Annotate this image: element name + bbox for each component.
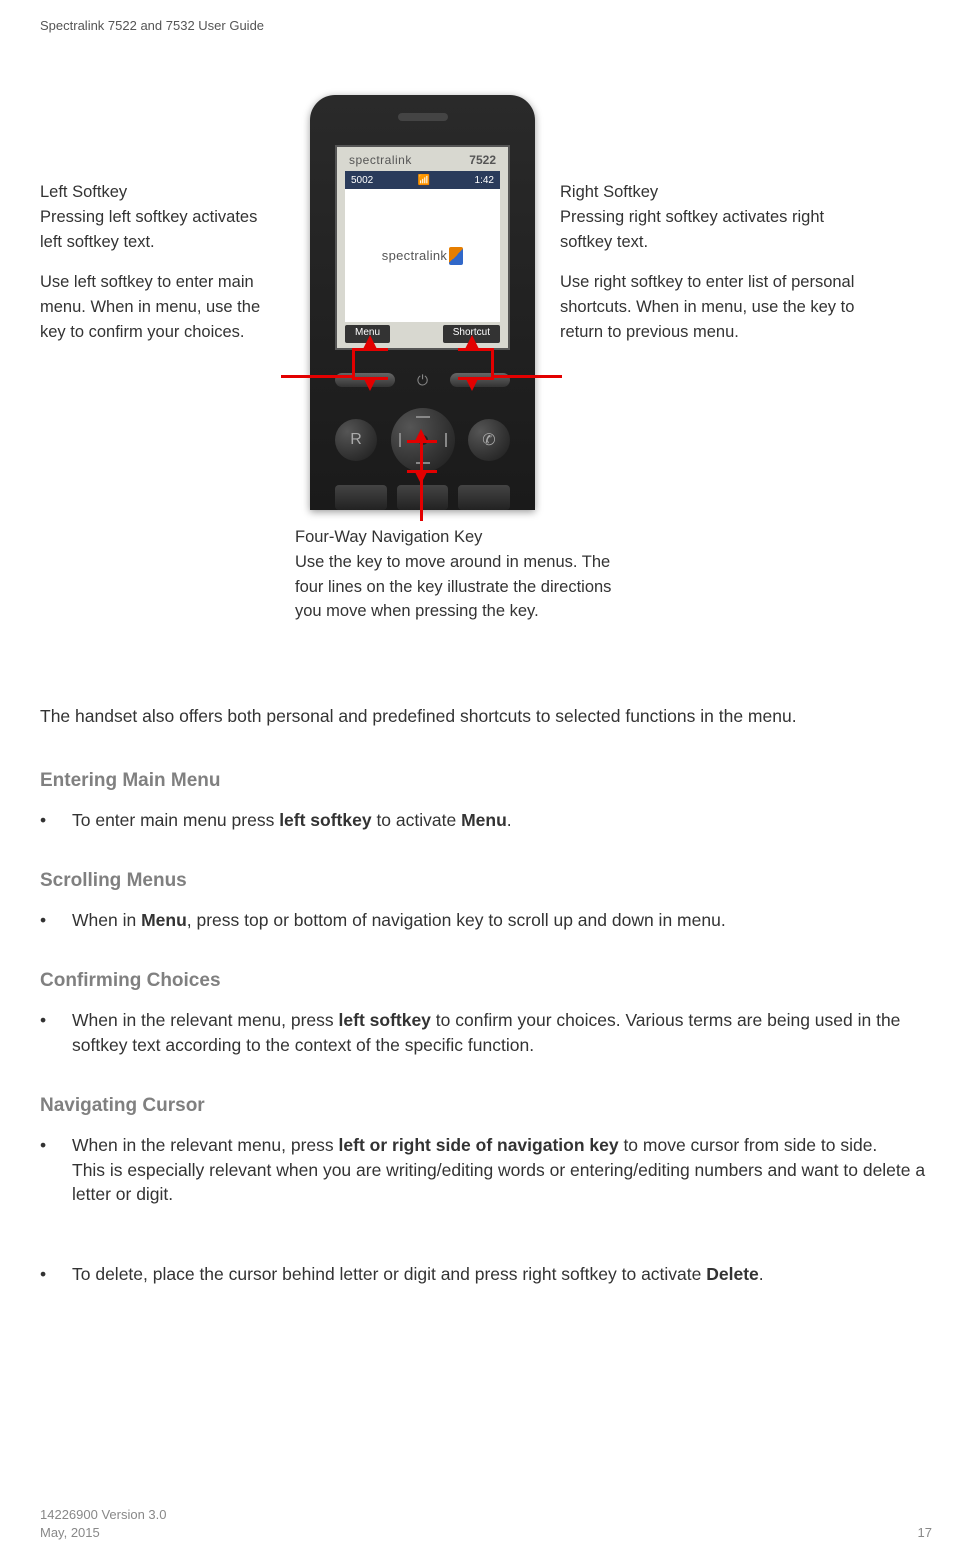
text: . bbox=[759, 1264, 764, 1284]
arrow-down-icon bbox=[363, 377, 377, 391]
text: to activate bbox=[372, 810, 462, 830]
callout-text: Pressing right softkey activates right s… bbox=[560, 208, 824, 251]
bold-text: left softkey bbox=[279, 810, 371, 830]
nav-right-icon bbox=[445, 433, 447, 447]
callout-line bbox=[352, 348, 355, 378]
header-title: Spectralink 7522 and 7532 User Guide bbox=[40, 18, 264, 33]
callout-title: Left Softkey bbox=[40, 183, 127, 201]
footer-date: May, 2015 bbox=[40, 1525, 100, 1540]
r-button: R bbox=[335, 419, 377, 461]
nav-up-icon bbox=[416, 416, 430, 418]
bold-text: Menu bbox=[141, 910, 187, 930]
callout-text: Use the key to move around in menus. The… bbox=[295, 553, 611, 621]
arrow-up-icon bbox=[414, 429, 428, 443]
bullet-icon: • bbox=[40, 908, 72, 933]
bullet-confirming: • When in the relevant menu, press left … bbox=[40, 1008, 932, 1057]
heading-navigating-cursor: Navigating Cursor bbox=[40, 1095, 205, 1117]
text: to move cursor from side to side. bbox=[619, 1135, 878, 1155]
softkey-buttons-row: ⏻ bbox=[335, 365, 510, 395]
status-ext: 5002 bbox=[351, 175, 373, 186]
text: When in the relevant menu, press bbox=[72, 1010, 339, 1030]
bullet-navigating-1: • When in the relevant menu, press left … bbox=[40, 1133, 932, 1207]
bullet-icon: • bbox=[40, 1133, 72, 1207]
text: This is especially relevant when you are… bbox=[72, 1160, 925, 1205]
logo-text: spectralink bbox=[382, 248, 447, 263]
bullet-scrolling: • When in Menu, press top or bottom of n… bbox=[40, 908, 932, 933]
bold-text: Menu bbox=[461, 810, 507, 830]
bullet-icon: • bbox=[40, 808, 72, 833]
arrow-up-icon bbox=[363, 335, 377, 349]
callout-text: Pressing left softkey activates left sof… bbox=[40, 208, 257, 251]
bullet-icon: • bbox=[40, 1008, 72, 1057]
text: . bbox=[507, 810, 512, 830]
callout-title: Right Softkey bbox=[560, 183, 658, 201]
callout-left-usage: Use left softkey to enter main menu. Whe… bbox=[40, 270, 265, 344]
callout-line bbox=[491, 348, 494, 378]
nav-left-icon bbox=[399, 433, 401, 447]
heading-scrolling-menus: Scrolling Menus bbox=[40, 870, 187, 892]
status-bar: 5002 📶 1:42 bbox=[345, 171, 500, 189]
phone-screen: spectralink 7522 5002 📶 1:42 spectralink… bbox=[335, 145, 510, 350]
callout-nav-key: Four-Way Navigation Key Use the key to m… bbox=[295, 525, 625, 624]
text: To enter main menu press bbox=[72, 810, 279, 830]
power-icon: ⏻ bbox=[417, 372, 428, 389]
heading-entering-main-menu: Entering Main Menu bbox=[40, 770, 221, 792]
screen-brand: spectralink bbox=[349, 153, 412, 167]
bullet-content: When in the relevant menu, press left so… bbox=[72, 1008, 932, 1057]
callout-line bbox=[491, 375, 562, 378]
bullet-content: When in Menu, press top or bottom of nav… bbox=[72, 908, 932, 933]
footer-page-number: 17 bbox=[918, 1525, 932, 1540]
heading-confirming-choices: Confirming Choices bbox=[40, 970, 221, 992]
status-signal-icon: 📶 bbox=[418, 175, 430, 186]
callout-title: Four-Way Navigation Key bbox=[295, 528, 482, 546]
text: When in bbox=[72, 910, 141, 930]
callout-left-softkey: Left Softkey Pressing left softkey activ… bbox=[40, 180, 280, 254]
keypad-key bbox=[458, 485, 510, 510]
callout-right-usage: Use right softkey to enter list of perso… bbox=[560, 270, 860, 344]
footer-version: 14226900 Version 3.0 bbox=[40, 1507, 167, 1522]
bullet-navigating-2: • To delete, place the cursor behind let… bbox=[40, 1262, 932, 1287]
arrow-down-icon bbox=[465, 377, 479, 391]
bullet-content: To delete, place the cursor behind lette… bbox=[72, 1262, 932, 1287]
bold-text: Delete bbox=[706, 1264, 759, 1284]
logo-s-icon bbox=[449, 247, 463, 265]
keypad-key bbox=[335, 485, 387, 510]
bold-text: left or right side of navigation key bbox=[339, 1135, 619, 1155]
screen-model: 7522 bbox=[469, 153, 496, 167]
status-time: 1:42 bbox=[475, 175, 494, 186]
text: When in the relevant menu, press bbox=[72, 1135, 339, 1155]
intro-paragraph: The handset also offers both personal an… bbox=[40, 704, 932, 729]
arrow-down-icon bbox=[414, 470, 428, 484]
phone-speaker bbox=[398, 113, 448, 121]
bullet-entering: • To enter main menu press left softkey … bbox=[40, 808, 932, 833]
text: , press top or bottom of navigation key … bbox=[187, 910, 726, 930]
arrow-up-icon bbox=[465, 335, 479, 349]
call-button: ✆ bbox=[468, 419, 510, 461]
text: To delete, place the cursor behind lette… bbox=[72, 1264, 706, 1284]
bullet-icon: • bbox=[40, 1262, 72, 1287]
callout-right-softkey: Right Softkey Pressing right softkey act… bbox=[560, 180, 840, 254]
bullet-content: To enter main menu press left softkey to… bbox=[72, 808, 932, 833]
phone-diagram: spectralink 7522 5002 📶 1:42 spectralink… bbox=[40, 95, 932, 675]
bullet-content: When in the relevant menu, press left or… bbox=[72, 1133, 932, 1207]
callout-line bbox=[281, 375, 352, 378]
bold-text: left softkey bbox=[339, 1010, 431, 1030]
screen-content: spectralink bbox=[345, 189, 500, 322]
